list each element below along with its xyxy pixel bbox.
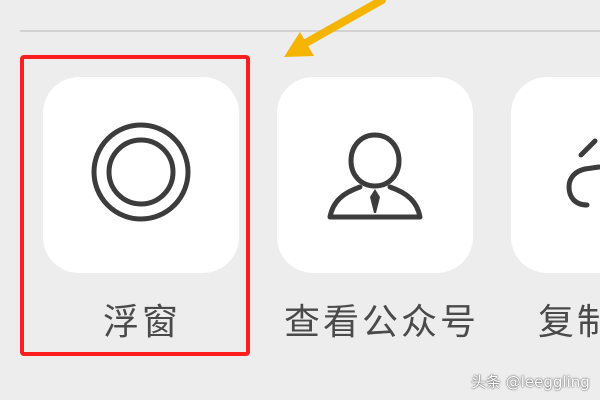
official-account-person-icon [327,132,423,220]
share-panel: 浮窗 查看公众号 复制 头条 @leeggling [0,0,600,400]
floating-window-icon [91,122,191,222]
copy-link-icon [566,138,600,208]
floating-window-tile[interactable] [43,77,239,273]
copy-link-tile[interactable] [511,77,600,273]
view-official-account-tile[interactable] [277,77,473,273]
floating-window-label[interactable]: 浮窗 [103,298,181,348]
annotation-arrow-icon [284,0,386,57]
view-official-account-label[interactable]: 查看公众号 [284,298,479,348]
watermark-text: 头条 @leeggling [471,373,590,391]
copy-link-label[interactable]: 复制 [538,298,600,348]
